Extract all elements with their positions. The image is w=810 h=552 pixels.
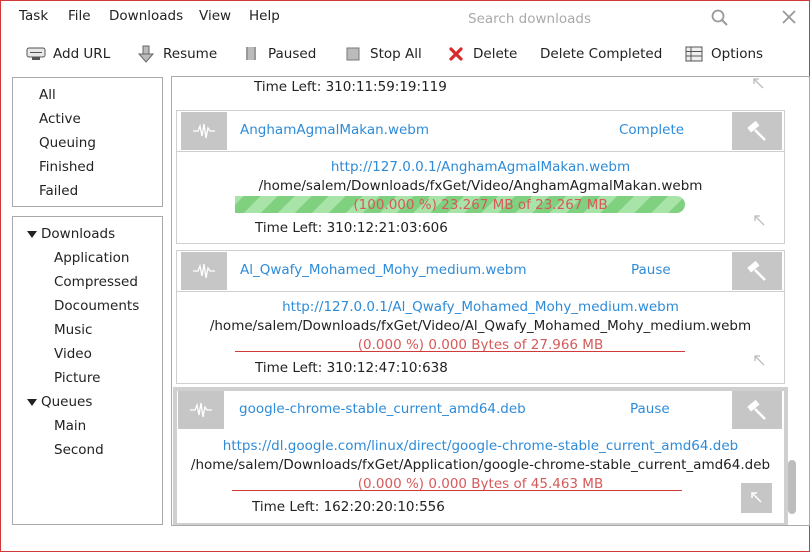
open-folder-icon[interactable] [741,483,772,513]
open-folder-icon[interactable] [752,77,766,91]
filter-active[interactable]: Active [39,111,81,127]
download-url[interactable]: https://dl.google.com/linux/direct/googl… [177,438,784,454]
status-filter-panel: All Active Queuing Finished Failed [12,77,163,207]
waveform-icon [181,252,227,290]
download-item-header: google-chrome-stable_current_amd64.deb P… [177,391,784,431]
resume-button[interactable]: Resume [136,44,217,64]
download-status: Pause [630,401,670,417]
options-list-icon [684,45,704,63]
tree-category-documents[interactable]: Docouments [54,298,139,314]
menu-downloads[interactable]: Downloads [109,8,183,24]
close-icon[interactable] [780,8,798,26]
download-status: Pause [631,262,671,278]
download-path: /home/salem/Downloads/fxGet/Video/Al_Qwa… [209,318,752,334]
download-path: /home/salem/Downloads/fxGet/Video/Angham… [258,178,703,194]
time-left-text: Time Left: 310:11:59:19:119 [254,79,447,95]
download-path: /home/salem/Downloads/fxGet/Application/… [190,457,771,473]
filter-failed[interactable]: Failed [39,183,78,199]
open-folder-icon[interactable] [753,354,767,368]
expand-downloads-icon[interactable] [27,231,37,238]
filter-finished[interactable]: Finished [39,159,94,175]
options-label: Options [711,46,764,62]
delete-completed-button[interactable]: Delete Completed [540,44,662,64]
download-url[interactable]: http://127.0.0.1/Al_Qwafy_Mohamed_Mohy_m… [177,299,784,315]
time-left-text: Time Left: 310:12:21:03:606 [255,220,448,236]
download-item-header: AnghamAgmalMakan.webm Complete [177,111,784,152]
delete-completed-label: Delete Completed [540,46,663,62]
downloads-list: Time Left: 310:11:59:19:119 AnghamAgmalM… [171,76,810,526]
delete-button[interactable]: Delete [446,44,517,64]
hammer-icon[interactable] [732,391,782,429]
menu-file[interactable]: File [68,8,91,24]
download-filename[interactable]: Al_Qwafy_Mohamed_Mohy_medium.webm [240,262,527,278]
progress-bar-track [235,351,685,352]
tree-queue-main[interactable]: Main [54,418,86,434]
download-url[interactable]: http://127.0.0.1/AnghamAgmalMakan.webm [177,159,784,175]
arrow-down-icon [136,45,156,63]
time-left-text: Time Left: 162:20:20:10:556 [252,499,445,515]
search-icon[interactable] [710,8,730,28]
download-item-header: Al_Qwafy_Mohamed_Mohy_medium.webm Pause [177,251,784,292]
time-left-text: Time Left: 310:12:47:10:638 [255,360,448,376]
menu-task[interactable]: Task [19,8,48,24]
delete-x-icon [446,45,466,63]
stop-icon [343,45,363,63]
delete-label: Delete [473,46,518,62]
add-url-label: Add URL [53,46,111,62]
hammer-icon[interactable] [732,252,782,290]
menu-bar: Task File Downloads View Help [0,0,810,34]
open-folder-icon[interactable] [753,214,767,228]
category-tree-panel: Downloads Application Compressed Docoume… [12,216,163,525]
options-button[interactable]: Options [684,44,763,64]
stop-all-button[interactable]: Stop All [343,44,422,64]
filter-queuing[interactable]: Queuing [39,135,96,151]
resume-label: Resume [163,46,218,62]
paused-label: Paused [268,46,317,62]
menu-view[interactable]: View [199,8,231,24]
download-filename[interactable]: google-chrome-stable_current_amd64.deb [239,401,526,417]
search-input[interactable] [468,8,698,30]
waveform-icon [181,112,227,150]
tree-category-picture[interactable]: Picture [54,370,100,386]
expand-queues-icon[interactable] [27,399,37,406]
add-url-icon [26,45,46,63]
download-filename[interactable]: AnghamAgmalMakan.webm [240,122,429,138]
tree-queues[interactable]: Queues [41,394,92,410]
tree-category-music[interactable]: Music [54,322,92,338]
tree-queue-second[interactable]: Second [54,442,104,458]
download-item[interactable]: AnghamAgmalMakan.webm Complete http://12… [176,110,785,244]
tree-category-application[interactable]: Application [54,250,129,266]
tree-downloads[interactable]: Downloads [41,226,115,242]
filter-all[interactable]: All [39,87,56,103]
paused-button[interactable]: Paused [241,44,316,64]
tree-category-video[interactable]: Video [54,346,92,362]
hammer-icon[interactable] [732,112,782,150]
stop-all-label: Stop All [370,46,422,62]
tree-category-compressed[interactable]: Compressed [54,274,138,290]
list-scrollbar[interactable] [788,460,796,514]
download-item[interactable]: Al_Qwafy_Mohamed_Mohy_medium.webm Pause … [176,250,785,384]
download-status: Complete [619,122,685,138]
menu-help[interactable]: Help [249,8,280,24]
progress-bar-track [232,490,682,491]
pause-icon [241,45,261,63]
add-url-button[interactable]: Add URL [26,44,110,64]
progress-text: (100.000 %) 23.267 MB of 23.267 MB [353,197,608,213]
waveform-icon [178,391,224,429]
download-item-selected[interactable]: google-chrome-stable_current_amd64.deb P… [173,387,788,525]
